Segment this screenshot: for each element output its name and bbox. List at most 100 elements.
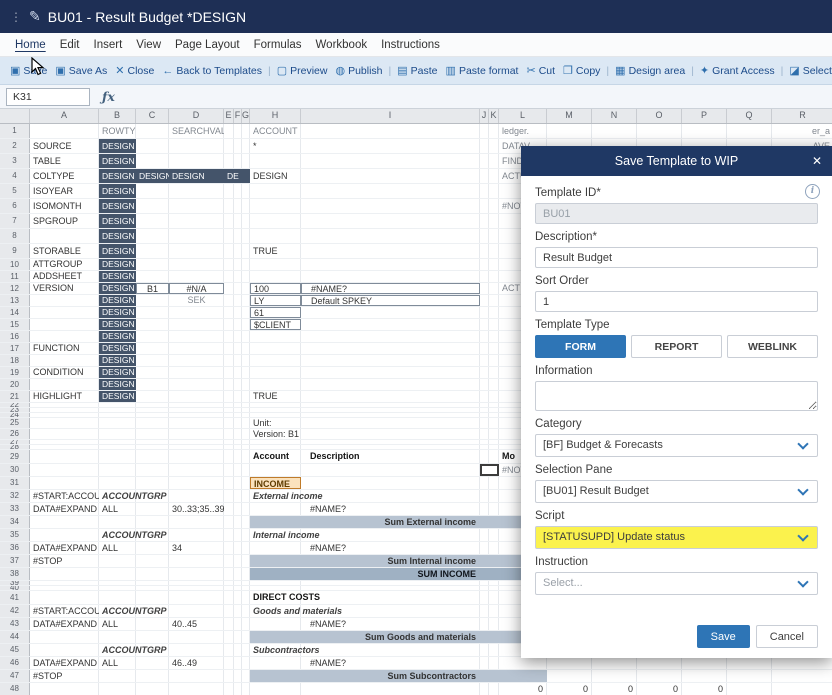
- grid-cell[interactable]: 46..49: [169, 657, 224, 669]
- grid-cell[interactable]: 0: [592, 683, 637, 695]
- row-header-45[interactable]: 45: [0, 644, 30, 656]
- grid-cell[interactable]: ACCOUNTGRP: [99, 644, 169, 656]
- row-header-36[interactable]: 36: [0, 542, 30, 554]
- column-header-R[interactable]: R: [772, 109, 832, 123]
- row-header-30[interactable]: 30: [0, 464, 30, 476]
- column-header-C[interactable]: C: [136, 109, 169, 123]
- grid-cell[interactable]: Default SPKEY: [301, 295, 480, 306]
- row-header-39[interactable]: 39: [0, 581, 30, 585]
- grid-cell[interactable]: DATA#EXPAND: [30, 503, 99, 515]
- row-header-15[interactable]: 15: [0, 319, 30, 330]
- row-header-46[interactable]: 46: [0, 657, 30, 669]
- row-header-38[interactable]: 38: [0, 568, 30, 580]
- grid-cell[interactable]: DESIGN: [99, 139, 136, 153]
- grid-cell[interactable]: 34: [169, 542, 224, 554]
- menu-item-page-layout[interactable]: Page Layout: [168, 39, 247, 51]
- grid-cell[interactable]: SPGROUP: [30, 214, 99, 228]
- description-input[interactable]: [535, 247, 818, 268]
- income-cell[interactable]: INCOME: [250, 477, 301, 489]
- column-header-O[interactable]: O: [637, 109, 682, 123]
- selection-pane-select[interactable]: [BU01] Result Budget: [535, 480, 818, 503]
- grid-cell[interactable]: CONDITION: [30, 367, 99, 378]
- grid-cell[interactable]: ACCOUNTGRP: [99, 605, 169, 617]
- grid-cell[interactable]: HIGHLIGHT: [30, 391, 99, 402]
- grid-cell[interactable]: 30..33;35..39: [169, 503, 224, 515]
- grid-cell[interactable]: #STOP: [30, 555, 99, 567]
- grid-cell[interactable]: #NAME?: [301, 618, 480, 630]
- toolbar-copy-button[interactable]: ❐Copy: [559, 64, 604, 77]
- row-header-1[interactable]: 1: [0, 124, 30, 138]
- grid-cell[interactable]: #NAME?: [301, 503, 480, 515]
- column-header-E[interactable]: E: [224, 109, 234, 123]
- grid-cell[interactable]: DESIGN: [99, 379, 136, 390]
- grid-cell[interactable]: 0: [547, 683, 592, 695]
- grid-cell[interactable]: DESIGN: [99, 169, 136, 183]
- row-header-28[interactable]: 28: [0, 445, 30, 449]
- row-header-21[interactable]: 21: [0, 391, 30, 402]
- grid-cell[interactable]: DESIGN: [99, 244, 136, 258]
- toolbar-selection-pane-design-button[interactable]: ◪Selection Pane Design: [785, 64, 832, 77]
- grid-cell[interactable]: ACCOUNT: [250, 124, 480, 138]
- close-icon[interactable]: ✕: [812, 154, 822, 168]
- column-header-A[interactable]: A: [30, 109, 99, 123]
- grid-cell[interactable]: DESIGN: [99, 154, 136, 168]
- toolbar-grant-access-button[interactable]: ✦Grant Access: [696, 64, 779, 77]
- toolbar-cut-button[interactable]: ✂Cut: [522, 64, 559, 77]
- grid-cell[interactable]: [480, 670, 547, 682]
- grid-cell[interactable]: 61: [250, 307, 301, 318]
- weblink-type-button[interactable]: WEBLINK: [727, 335, 818, 358]
- row-header-41[interactable]: 41: [0, 591, 30, 604]
- toolbar-paste-format-button[interactable]: ▥Paste format: [442, 64, 523, 77]
- grid-cell[interactable]: ADDSHEET: [30, 271, 99, 282]
- column-header-P[interactable]: P: [682, 109, 727, 123]
- row-header-2[interactable]: 2: [0, 139, 30, 153]
- grid-cell[interactable]: Sum External income: [250, 516, 480, 528]
- row-header-37[interactable]: 37: [0, 555, 30, 567]
- row-header-16[interactable]: 16: [0, 331, 30, 342]
- row-header-14[interactable]: 14: [0, 307, 30, 318]
- grid-cell[interactable]: SOURCE: [30, 139, 99, 153]
- sort-order-input[interactable]: [535, 291, 818, 312]
- column-header-Q[interactable]: Q: [727, 109, 772, 123]
- row-header-32[interactable]: 32: [0, 490, 30, 502]
- grid-cell[interactable]: DESIGN: [99, 199, 136, 213]
- grid-cell[interactable]: DESIGN: [99, 391, 136, 402]
- grid-cell[interactable]: #START:ACCOUN: [30, 605, 99, 617]
- row-header-48[interactable]: 48: [0, 683, 30, 695]
- grid-cell[interactable]: DESIGN: [99, 184, 136, 198]
- grid-cell[interactable]: 40..45: [169, 618, 224, 630]
- row-header-25[interactable]: 25: [0, 418, 30, 428]
- grid-cell[interactable]: 0: [499, 683, 547, 695]
- grid-cell[interactable]: DATA#EXPAND: [30, 618, 99, 630]
- row-header-9[interactable]: 9: [0, 244, 30, 258]
- grid-cell[interactable]: DE: [224, 169, 250, 183]
- cancel-button[interactable]: Cancel: [756, 625, 818, 648]
- row-header-34[interactable]: 34: [0, 516, 30, 528]
- grid-cell[interactable]: COLTYPE: [30, 169, 99, 183]
- row-header-4[interactable]: 4: [0, 169, 30, 183]
- column-header-G[interactable]: G: [242, 109, 250, 123]
- toolbar-publish-button[interactable]: ◍Publish: [331, 64, 386, 77]
- grid-cell[interactable]: ACCOUNTGRP: [99, 490, 169, 502]
- row-header-13[interactable]: 13: [0, 295, 30, 306]
- column-header-H[interactable]: H: [250, 109, 301, 123]
- grid-cell[interactable]: SEK: [169, 295, 224, 306]
- grid-cell[interactable]: Subcontractors: [250, 644, 480, 656]
- grid-cell[interactable]: ISOYEAR: [30, 184, 99, 198]
- grid-cell[interactable]: DESIGN: [99, 214, 136, 228]
- row-header-22[interactable]: 22: [0, 403, 30, 407]
- grid-cell[interactable]: #NAME?: [301, 657, 480, 669]
- column-header-F[interactable]: F: [234, 109, 242, 123]
- row-header-3[interactable]: 3: [0, 154, 30, 168]
- grid-cell[interactable]: DESIGN: [169, 169, 224, 183]
- menu-item-insert[interactable]: Insert: [87, 39, 130, 51]
- grid-cell[interactable]: External income: [250, 490, 480, 502]
- column-header-J[interactable]: J: [480, 109, 489, 123]
- grid-cell[interactable]: DESIGN: [99, 229, 136, 243]
- menu-item-formulas[interactable]: Formulas: [247, 39, 309, 51]
- grid-cell[interactable]: DESIGN: [99, 331, 136, 342]
- grid-cell[interactable]: ISOMONTH: [30, 199, 99, 213]
- column-header-B[interactable]: B: [99, 109, 136, 123]
- grid-cell[interactable]: 0: [637, 683, 682, 695]
- row-header-19[interactable]: 19: [0, 367, 30, 378]
